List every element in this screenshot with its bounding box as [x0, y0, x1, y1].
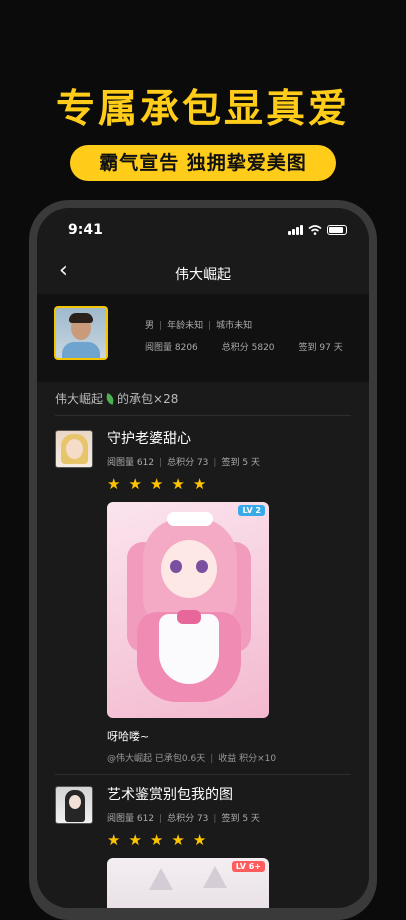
wifi-icon: [308, 225, 322, 235]
promo-headline: 专属承包显真爱: [55, 87, 350, 132]
post-image[interactable]: LV 2: [107, 502, 269, 718]
star-icon: ★: [149, 831, 164, 849]
post-author[interactable]: @伟大崛起: [107, 754, 152, 764]
profile-city: 城市未知: [216, 321, 253, 331]
post-stats: 阅图量 612 | 总积分 73 | 签到 5 天: [107, 458, 260, 468]
section-title: 伟大崛起 的承包×28: [55, 390, 178, 407]
post-avatar[interactable]: [55, 430, 93, 468]
post-views: 阅图量 612: [107, 814, 155, 824]
profile-views: 阅图量 8206: [145, 343, 198, 353]
post-duration: 已承包0.6天: [154, 754, 206, 764]
star-icon: ★: [128, 831, 142, 849]
section-suffix: 的承包×28: [117, 392, 179, 406]
avatar[interactable]: [54, 306, 108, 360]
post-title[interactable]: 守护老婆甜心: [107, 428, 191, 448]
post-meta: @伟大崛起 已承包0.6天 | 收益 积分×10: [107, 754, 277, 764]
rating-stars: ★ ★ ★ ★ ★: [107, 833, 206, 848]
star-icon: ★: [107, 831, 121, 849]
divider: [55, 774, 351, 775]
status-bar: 9:41: [37, 208, 369, 252]
profile-basic-info: 男 | 年龄未知 | 城市未知: [145, 321, 253, 331]
post-points: 总积分 73: [167, 458, 209, 468]
promo-subheadline: 霸气宣告 独拥挚爱美图: [70, 145, 336, 181]
star-icon: ★: [149, 475, 164, 493]
post-checkin: 签到 5 天: [221, 814, 260, 824]
leaf-icon: [104, 392, 116, 405]
profile-gender: 男: [145, 321, 155, 331]
status-time: 9:41: [68, 222, 103, 238]
profile-stats: 阅图量 8206 总积分 5820 签到 97 天: [145, 340, 343, 353]
post-income: 收益 积分×10: [218, 754, 277, 764]
star-icon: ★: [192, 475, 207, 493]
post-title[interactable]: 艺术鉴赏别包我的图: [107, 784, 233, 804]
star-icon: ★: [107, 475, 121, 493]
post-points: 总积分 73: [167, 814, 209, 824]
signal-icon: [288, 225, 303, 235]
level-badge: LV 2: [238, 505, 265, 516]
page-title: 伟大崛起: [175, 267, 231, 283]
post-avatar[interactable]: [55, 786, 93, 824]
profile-age: 年龄未知: [167, 321, 204, 331]
star-icon: ★: [192, 831, 207, 849]
post-caption: 呀哈喽~: [107, 730, 150, 743]
divider: [55, 415, 351, 416]
level-badge: LV 6+: [231, 861, 265, 872]
section-user: 伟大崛起: [55, 392, 104, 406]
rating-stars: ★ ★ ★ ★ ★: [107, 477, 206, 492]
profile-card: 男 | 年龄未知 | 城市未知 阅图量 8206 总积分 5820 签到 97 天: [37, 294, 369, 382]
profile-checkin: 签到 97 天: [298, 343, 343, 353]
profile-points: 总积分 5820: [221, 343, 275, 353]
post-views: 阅图量 612: [107, 458, 155, 468]
post-image[interactable]: LV 6+: [107, 858, 269, 908]
star-icon: ★: [128, 475, 142, 493]
status-icons: [288, 225, 347, 235]
star-icon: ★: [171, 475, 185, 493]
star-icon: ★: [171, 831, 185, 849]
app-screen: 9:41 ‹ 伟大崛起 男 | 年龄未知 | 城市未知 阅图量 8206 总积分 582…: [37, 208, 369, 908]
nav-bar: ‹ 伟大崛起: [37, 258, 369, 288]
battery-icon: [327, 225, 347, 235]
post-checkin: 签到 5 天: [221, 458, 260, 468]
post-stats: 阅图量 612 | 总积分 73 | 签到 5 天: [107, 814, 260, 824]
